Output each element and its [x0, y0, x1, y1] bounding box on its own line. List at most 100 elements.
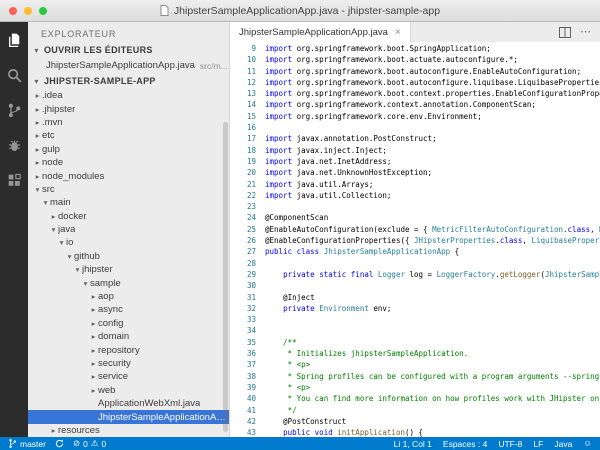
code-line[interactable]: 37 * <p>	[230, 359, 600, 370]
tree-item-folder[interactable]: ▸service	[28, 370, 229, 383]
tree-item-folder[interactable]: ▾src	[28, 183, 229, 196]
tree-item-folder[interactable]: ▸node	[28, 156, 229, 169]
line-number: 17	[230, 133, 256, 144]
tree-item-folder[interactable]: ▾io	[28, 236, 229, 249]
code-line[interactable]: 12import org.springframework.boot.autoco…	[230, 77, 600, 88]
chevron-right-icon: ▸	[89, 332, 98, 341]
code-line[interactable]: 16	[230, 122, 600, 133]
code-line[interactable]: 32 private Environment env;	[230, 303, 600, 314]
feedback-smiley-icon[interactable]: ☺	[583, 439, 592, 448]
code-line[interactable]: 11import org.springframework.boot.autoco…	[230, 66, 600, 77]
tree-item-folder[interactable]: ▾main	[28, 196, 229, 209]
indentation-indicator[interactable]: Espaces : 4	[443, 439, 487, 449]
tab-label: JhipsterSampleApplicationApp.java	[239, 27, 388, 38]
code-line[interactable]: 10import org.springframework.boot.actuat…	[230, 54, 600, 65]
code-line[interactable]: 41 */	[230, 405, 600, 416]
open-editors-header[interactable]: ▾ OUVRIR LES ÉDITEURS	[28, 42, 229, 58]
code-line[interactable]: 40 * You can find more information on ho…	[230, 393, 600, 404]
tree-item-folder[interactable]: ▸aop	[28, 290, 229, 303]
debug-icon[interactable]	[2, 134, 26, 156]
eol-indicator[interactable]: LF	[533, 439, 543, 449]
tree-item-folder[interactable]: ▸node_modules	[28, 169, 229, 182]
code-line[interactable]: 13import org.springframework.boot.contex…	[230, 88, 600, 99]
minimize-window-button[interactable]	[24, 7, 32, 15]
search-icon[interactable]	[2, 64, 26, 86]
open-editor-item[interactable]: JhipsterSampleApplicationApp.java src/m.…	[28, 58, 229, 73]
line-number: 36	[230, 348, 256, 359]
code-line[interactable]: 21import java.util.Arrays;	[230, 179, 600, 190]
git-branch-indicator[interactable]: master	[8, 438, 46, 449]
cursor-position[interactable]: Li 1, Col 1	[394, 439, 432, 449]
tree-item-folder[interactable]: ▸etc	[28, 129, 229, 142]
code-line[interactable]: 18import javax.inject.Inject;	[230, 145, 600, 156]
error-indicator[interactable]: ⊘ 0 ⚠ 0	[73, 439, 106, 449]
extensions-icon[interactable]	[2, 169, 26, 191]
tree-item-folder[interactable]: ▸.idea	[28, 89, 229, 102]
tree-item-folder[interactable]: ▾java	[28, 223, 229, 236]
code-line[interactable]: 26@EnableConfigurationProperties({ JHips…	[230, 235, 600, 246]
code-line-text: public class JhipsterSampleApplicationAp…	[265, 246, 459, 257]
tree-item-folder[interactable]: ▸resources	[28, 424, 229, 437]
code-line[interactable]: 29 private static final Logger log = Log…	[230, 269, 600, 280]
code-line[interactable]: 27public class JhipsterSampleApplication…	[230, 246, 600, 257]
split-editor-icon[interactable]	[559, 27, 571, 38]
tree-item-label: node_modules	[42, 171, 104, 182]
tree-item-folder[interactable]: ▸domain	[28, 330, 229, 343]
code-line[interactable]: 25@EnableAutoConfiguration(exclude = { M…	[230, 224, 600, 235]
tree-item-folder[interactable]: ▾github	[28, 250, 229, 263]
sidebar-scrollbar[interactable]	[223, 122, 228, 432]
language-indicator[interactable]: Java	[554, 439, 572, 449]
code-line[interactable]: 33	[230, 314, 600, 325]
code-line[interactable]: 35 /**	[230, 337, 600, 348]
code-line[interactable]: 19import java.net.InetAddress;	[230, 156, 600, 167]
close-icon[interactable]: ×	[395, 27, 401, 38]
tree-item-folder[interactable]: ▸repository	[28, 343, 229, 356]
code-line[interactable]: 39 * <p>	[230, 382, 600, 393]
tree-item-file[interactable]: JhipsterSampleApplicationApp.java	[28, 410, 229, 423]
more-actions-icon[interactable]: ⋯	[580, 27, 591, 38]
explorer-icon[interactable]	[2, 29, 26, 51]
tree-item-folder[interactable]: ▸config	[28, 317, 229, 330]
code-line[interactable]: 14import org.springframework.context.ann…	[230, 99, 600, 110]
code-line-text: * <p>	[265, 359, 310, 370]
code-line[interactable]: 9import org.springframework.boot.SpringA…	[230, 43, 600, 54]
code-line-text: import java.util.Arrays;	[265, 179, 373, 190]
code-line[interactable]: 17import javax.annotation.PostConstruct;	[230, 133, 600, 144]
tab-jhipstersampleapplicationapp[interactable]: JhipsterSampleApplicationApp.java ×	[230, 22, 411, 42]
tree-item-folder[interactable]: ▸.mvn	[28, 116, 229, 129]
tree-item-folder[interactable]: ▸.jhipster	[28, 102, 229, 115]
code-line[interactable]: 31 @Inject	[230, 292, 600, 303]
tree-item-folder[interactable]: ▸docker	[28, 210, 229, 223]
code-line[interactable]: 38 * Spring profiles can be configured w…	[230, 371, 600, 382]
tree-item-folder[interactable]: ▾sample	[28, 276, 229, 289]
line-number: 11	[230, 66, 256, 77]
code-line[interactable]: 30	[230, 280, 600, 291]
code-line[interactable]: 34	[230, 325, 600, 336]
code-line[interactable]: 15import org.springframework.core.env.En…	[230, 111, 600, 122]
code-line[interactable]: 36 * Initializes jhipsterSampleApplicati…	[230, 348, 600, 359]
code-line[interactable]: 42 @PostConstruct	[230, 416, 600, 427]
encoding-indicator[interactable]: UTF-8	[498, 439, 522, 449]
code-line[interactable]: 22import java.util.Collection;	[230, 190, 600, 201]
code-line[interactable]: 28	[230, 258, 600, 269]
code-viewport[interactable]: 9import org.springframework.boot.SpringA…	[230, 42, 600, 437]
code-line[interactable]: 23	[230, 201, 600, 212]
source-control-icon[interactable]	[2, 99, 26, 121]
tree-item-folder[interactable]: ▸security	[28, 357, 229, 370]
code-line[interactable]: 43 public void initApplication() {	[230, 427, 600, 437]
code-line[interactable]: 24@ComponentScan	[230, 212, 600, 223]
tree-item-folder[interactable]: ▸async	[28, 303, 229, 316]
tree-item-folder[interactable]: ▸web	[28, 384, 229, 397]
tree-item-file[interactable]: ApplicationWebXml.java	[28, 397, 229, 410]
tree-item-label: src	[42, 184, 55, 195]
sidebar-title: EXPLORATEUR	[28, 22, 229, 42]
project-section-header[interactable]: ▾ JHIPSTER-SAMPLE-APP	[28, 73, 229, 89]
tree-item-folder[interactable]: ▸gulp	[28, 143, 229, 156]
sync-button[interactable]	[55, 439, 64, 448]
open-editor-file-label: JhipsterSampleApplicationApp.java	[46, 60, 195, 71]
tree-item-folder[interactable]: ▾jhipster	[28, 263, 229, 276]
code-line[interactable]: 20import java.net.UnknownHostException;	[230, 167, 600, 178]
line-number: 30	[230, 280, 256, 291]
close-window-button[interactable]	[9, 7, 17, 15]
zoom-window-button[interactable]	[39, 7, 47, 15]
